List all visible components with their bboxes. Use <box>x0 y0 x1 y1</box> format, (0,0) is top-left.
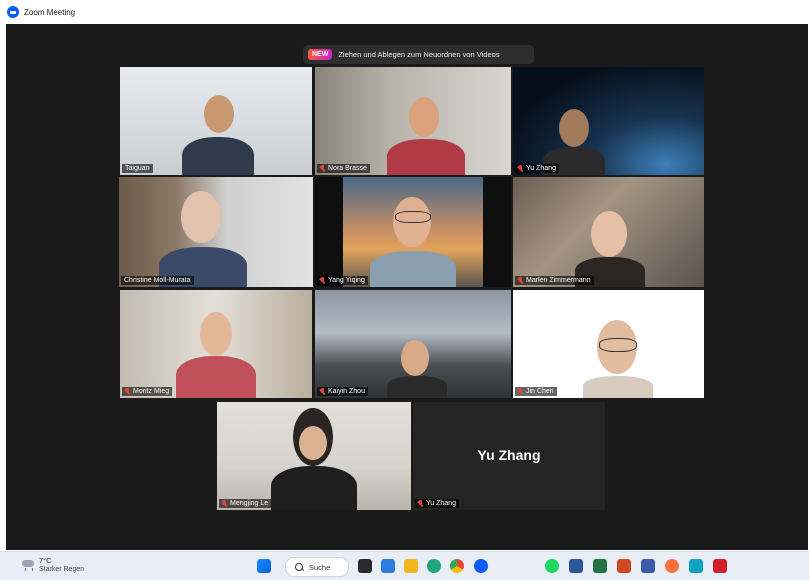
muted-mic-icon <box>125 388 130 395</box>
banner-text: Ziehen und Ablegen zum Neuordnen von Vid… <box>338 50 500 59</box>
window-title: Zoom Meeting <box>24 7 76 17</box>
muted-mic-icon <box>222 500 227 507</box>
participant-name: Marlen Zimmermann <box>515 276 594 285</box>
muted-mic-icon <box>418 500 423 507</box>
participant-name: Yang Yiqing <box>317 276 368 285</box>
weather-condition: Starker Regen <box>39 566 85 573</box>
muted-mic-icon <box>518 165 523 172</box>
windows-taskbar: 7°C Starker Regen Suche <box>0 551 809 580</box>
mail-icon[interactable] <box>381 559 395 573</box>
video-tile-moritz-mieg[interactable]: Moritz Mieg <box>120 290 312 398</box>
muted-mic-icon <box>320 165 325 172</box>
file-explorer-icon[interactable] <box>404 559 418 573</box>
video-tile-marlen-zimmermann[interactable]: Marlen Zimmermann <box>513 177 704 287</box>
video-feed <box>513 67 704 175</box>
participant-head <box>204 95 234 133</box>
new-badge: NEW <box>308 49 333 60</box>
video-tile-mengjing-le[interactable]: Mengjing Le <box>217 402 411 510</box>
participant-name: Kaiyin Zhou <box>317 387 368 396</box>
weather-widget[interactable]: 7°C Starker Regen <box>22 556 84 574</box>
weather-temperature: 7°C <box>39 556 52 565</box>
spotify-icon[interactable] <box>545 559 559 573</box>
search-icon <box>295 563 303 571</box>
video-tile-yang-yiqing[interactable]: Yang Yiqing <box>315 177 511 287</box>
windows-start-icon[interactable] <box>257 559 271 573</box>
video-tile-kaiyin-zhou[interactable]: Kaiyin Zhou <box>315 290 511 398</box>
muted-mic-icon <box>320 277 325 284</box>
participant-body <box>182 137 254 175</box>
webex-icon[interactable] <box>689 559 703 573</box>
participant-body <box>176 356 256 398</box>
participant-name: Moritz Mieg <box>122 387 173 396</box>
meeting-gallery: NEW Ziehen und Ablegen zum Neuordnen von… <box>6 24 808 550</box>
video-tile-yu-zhang-camera-off[interactable]: Yu Zhang Yu Zhang <box>413 402 605 510</box>
video-tile-christine-moll-murata[interactable]: Christine Moll-Murata <box>119 177 313 287</box>
participant-name: Taiguan <box>122 164 153 173</box>
task-view-icon[interactable] <box>358 559 372 573</box>
participant-body <box>583 376 653 398</box>
word-icon[interactable] <box>569 559 583 573</box>
rain-cloud-icon <box>22 559 34 571</box>
participant-name: Yu Zhang <box>515 164 559 173</box>
participant-name: Yu Zhang <box>415 499 459 508</box>
participant-name: Christine Moll-Murata <box>121 276 194 285</box>
glasses <box>599 338 637 352</box>
participant-name: Nora Brasse <box>317 164 370 173</box>
participant-name: Mengjing Le <box>219 499 272 508</box>
zoom-icon[interactable] <box>474 559 488 573</box>
powerpoint-icon[interactable] <box>617 559 631 573</box>
participant-head <box>591 211 627 257</box>
participant-head <box>409 97 439 137</box>
search-label: Suche <box>309 562 331 572</box>
participant-body <box>370 251 456 287</box>
excel-icon[interactable] <box>593 559 607 573</box>
taskbar-search[interactable]: Suche <box>285 557 349 577</box>
app-icon[interactable] <box>713 559 727 573</box>
edge-icon[interactable] <box>427 559 441 573</box>
participant-body <box>271 466 357 510</box>
video-tile-yu-zhang[interactable]: Yu Zhang <box>513 67 704 175</box>
participant-head <box>559 109 589 147</box>
participant-head <box>200 312 232 356</box>
muted-mic-icon <box>518 277 523 284</box>
participant-head <box>181 191 221 243</box>
video-tile-taiguan[interactable]: Taiguan <box>120 67 312 175</box>
title-bar: Zoom Meeting <box>0 0 809 24</box>
participant-body <box>387 376 447 398</box>
muted-mic-icon <box>518 388 523 395</box>
reorder-videos-banner[interactable]: NEW Ziehen und Ablegen zum Neuordnen von… <box>303 45 534 64</box>
video-tile-nora-brasse[interactable]: Nora Brasse <box>315 67 511 175</box>
calculator-icon[interactable] <box>641 559 655 573</box>
participant-name: Jin Chen <box>515 387 557 396</box>
zoom-logo-icon <box>7 6 19 18</box>
firefox-icon[interactable] <box>665 559 679 573</box>
participant-head <box>401 340 429 376</box>
muted-mic-icon <box>320 388 325 395</box>
participant-body <box>387 139 465 175</box>
video-tile-jin-chen[interactable]: Jin Chen <box>513 290 704 398</box>
glasses <box>395 211 431 223</box>
chrome-icon[interactable] <box>450 559 464 573</box>
participant-face <box>299 426 327 460</box>
camera-off-name: Yu Zhang <box>477 447 541 463</box>
